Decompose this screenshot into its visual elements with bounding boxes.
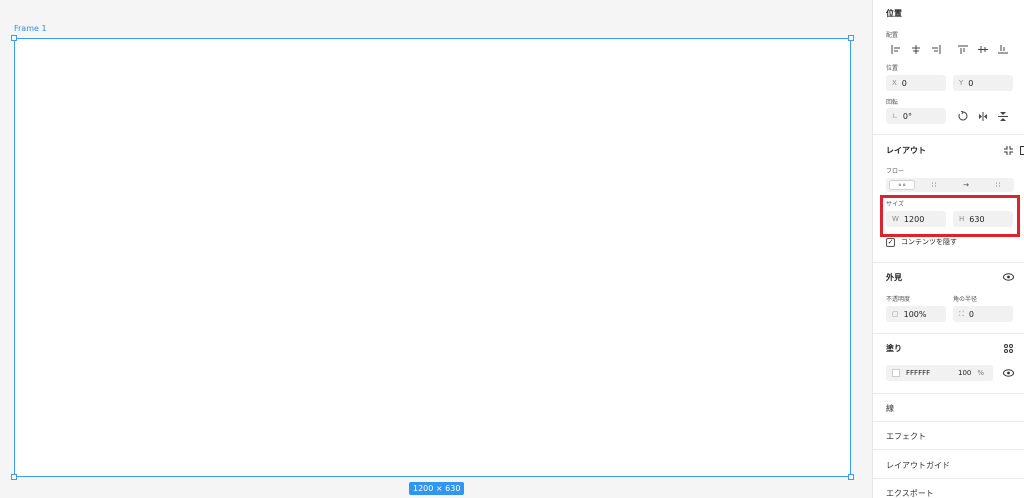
eye-icon[interactable]: [1001, 269, 1015, 285]
effects-section-title[interactable]: エフェクト: [886, 431, 926, 442]
align-vertical-center-icon[interactable]: [973, 41, 993, 57]
rotation-value: 0°: [902, 111, 912, 121]
divider: [873, 449, 1024, 450]
export-section-title[interactable]: エクスポート: [886, 488, 934, 498]
flow-grid-icon[interactable]: ∷: [986, 181, 1010, 189]
divider: [873, 393, 1024, 394]
divider: [873, 262, 1024, 263]
x-prefix: X: [892, 79, 897, 87]
resize-handle-top-left[interactable]: [11, 35, 17, 41]
divider: [873, 134, 1024, 135]
resize-to-fit-icon[interactable]: [1001, 142, 1015, 158]
appearance-section-title: 外見: [886, 273, 902, 282]
flow-segmented-control: ∘∘ ∷ → ∷: [886, 178, 1014, 192]
align-bottom-icon[interactable]: [993, 41, 1013, 57]
canvas[interactable]: Frame 1 1200 × 630: [0, 0, 872, 498]
rotation-field[interactable]: ∟ 0°: [886, 108, 946, 124]
corner-radius-field[interactable]: ⛶ 0: [953, 306, 1013, 322]
clip-content-checkbox[interactable]: ✓: [886, 238, 895, 247]
layout-options-icon[interactable]: [1018, 142, 1024, 158]
fill-opacity-value: 100: [958, 369, 972, 377]
layout-guide-section-title[interactable]: レイアウトガイド: [886, 460, 950, 471]
opacity-value: 100%: [903, 309, 927, 319]
fill-visibility-eye-icon[interactable]: [1001, 365, 1015, 381]
resize-handle-bottom-left[interactable]: [11, 474, 17, 480]
align-left-icon[interactable]: [886, 41, 906, 57]
corner-radius-icon: ⛶: [959, 309, 964, 318]
fill-section-title: 塗り: [886, 344, 902, 353]
flow-freeform-icon[interactable]: ∘∘: [890, 181, 914, 189]
position-section-title: 位置: [886, 9, 902, 18]
flip-vertical-icon[interactable]: [993, 108, 1013, 124]
divider: [873, 421, 1024, 422]
align-top-icon[interactable]: [953, 41, 973, 57]
properties-panel: 位置 配置 位置 X 0 Y 0 回転 ∟ 0° レイアウト フロー ∘∘ ∷ …: [872, 0, 1024, 498]
fill-color-field[interactable]: FFFFFF 100 %: [886, 365, 993, 381]
divider: [873, 478, 1024, 479]
y-position-field[interactable]: Y 0: [953, 75, 1013, 91]
rotate-icon[interactable]: [953, 108, 973, 124]
corner-radius-value: 0: [968, 309, 974, 319]
opacity-icon: ▢: [892, 310, 899, 318]
frame-name-label[interactable]: Frame 1: [14, 24, 47, 33]
corner-radius-label: 角の半径: [953, 296, 978, 303]
fill-hex-value: FFFFFF: [906, 369, 931, 377]
flow-vertical-icon[interactable]: ∷: [922, 181, 946, 189]
layout-section-title: レイアウト: [886, 146, 926, 155]
angle-icon: ∟: [892, 112, 898, 120]
x-value: 0: [901, 78, 907, 88]
flow-horizontal-icon[interactable]: →: [954, 181, 978, 189]
align-horizontal-center-icon[interactable]: [906, 41, 926, 57]
align-right-icon[interactable]: [926, 41, 946, 57]
opacity-label: 不透明度: [886, 296, 911, 303]
y-prefix: Y: [959, 79, 964, 87]
resize-handle-bottom-right[interactable]: [848, 474, 854, 480]
flip-horizontal-icon[interactable]: [973, 108, 993, 124]
resize-handle-top-right[interactable]: [848, 35, 854, 41]
size-highlight-box: [880, 195, 1020, 237]
fill-color-swatch[interactable]: [892, 369, 900, 377]
rotation-label: 回転: [886, 99, 899, 106]
stroke-section-title[interactable]: 線: [886, 403, 894, 414]
styles-grid-icon[interactable]: [1001, 340, 1015, 356]
x-position-field[interactable]: X 0: [886, 75, 946, 91]
y-value: 0: [968, 78, 974, 88]
frame-1[interactable]: [14, 38, 851, 477]
frame-size-badge: 1200 × 630: [409, 482, 465, 495]
divider: [873, 333, 1024, 334]
position-label: 位置: [886, 65, 899, 72]
opacity-field[interactable]: ▢ 100%: [886, 306, 946, 322]
flow-label: フロー: [886, 168, 905, 175]
align-label: 配置: [886, 32, 899, 39]
fill-opacity-unit: %: [977, 369, 985, 377]
clip-content-label: コンテンツを隠す: [901, 238, 957, 246]
